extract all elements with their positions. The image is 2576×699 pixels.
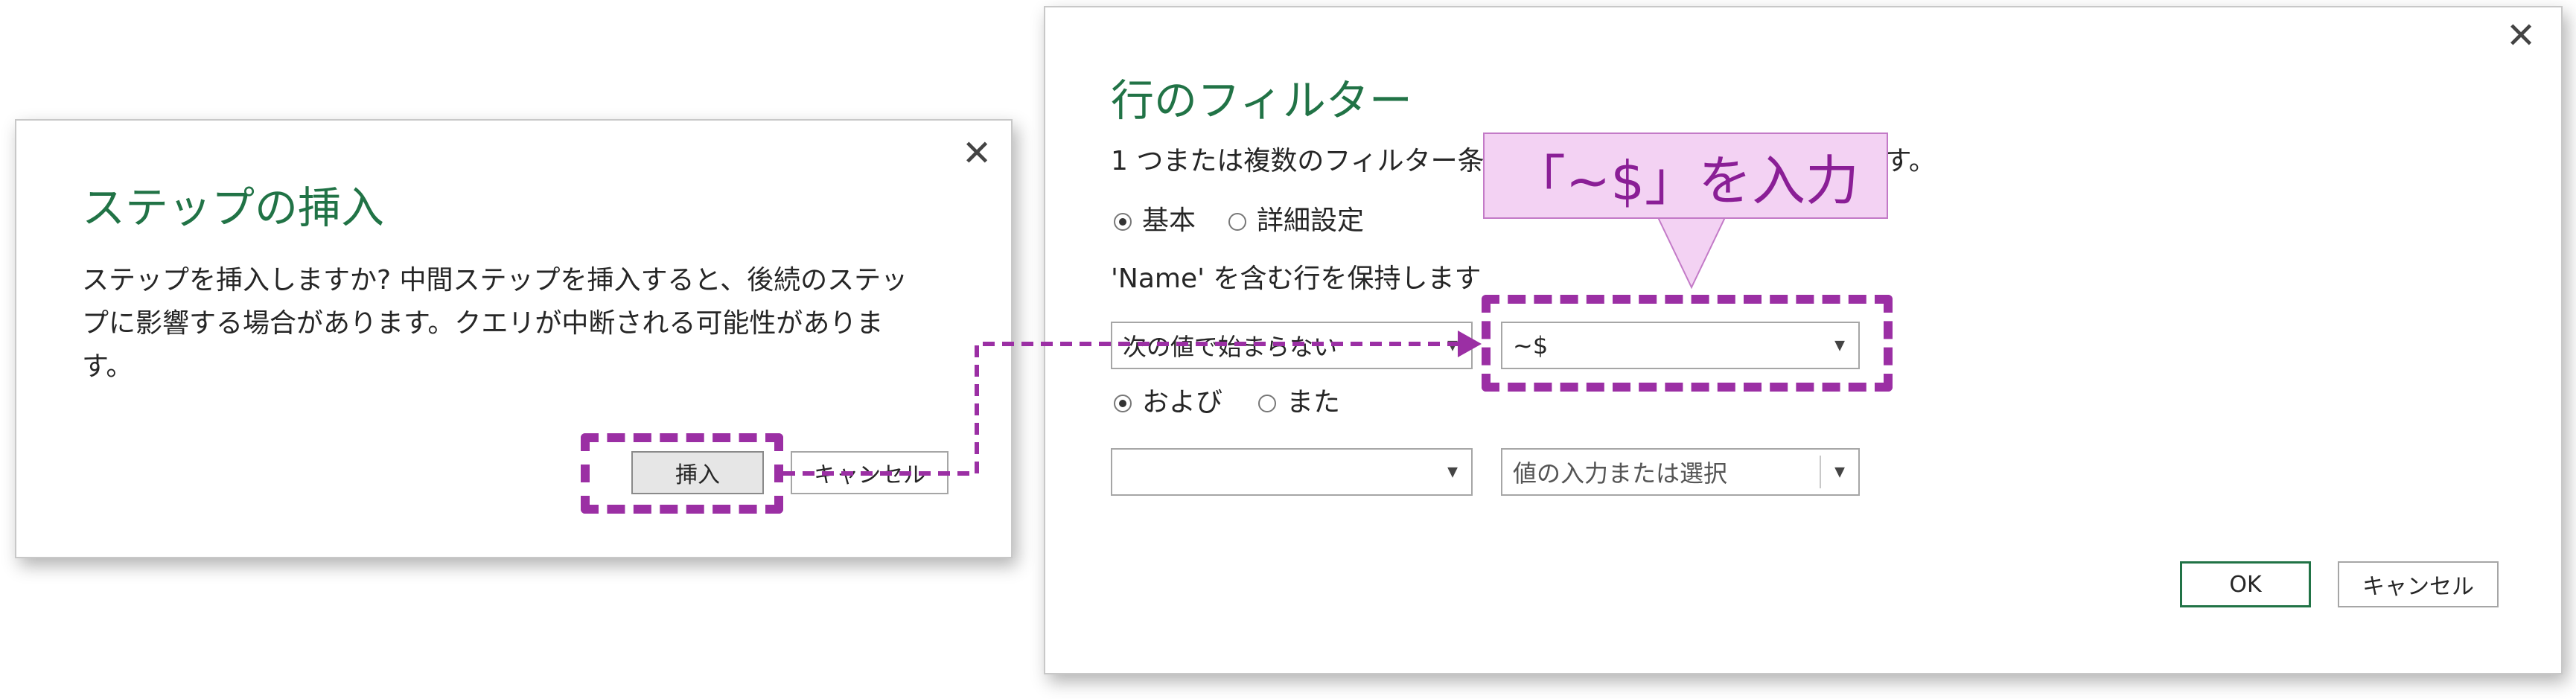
rule2-value-input[interactable]: 値の入力または選択 ▼ bbox=[1501, 448, 1860, 496]
cancel-button[interactable]: キャンセル bbox=[2338, 561, 2499, 607]
or-radio[interactable] bbox=[1258, 395, 1276, 412]
insert-step-dialog: ✕ ステップの挿入 ステップを挿入しますか? 中間ステップを挿入すると、後続のス… bbox=[15, 119, 1013, 558]
dialog-message-line-2: プに影響する場合があります。クエリが中断される可能性がありま bbox=[82, 308, 884, 339]
field-divider bbox=[1820, 456, 1821, 488]
rule2-value-placeholder: 値の入力または選択 bbox=[1513, 459, 1728, 488]
cancel-button[interactable]: キャンセル bbox=[791, 451, 949, 494]
or-label: また bbox=[1287, 387, 1341, 418]
dialog-message-line-3: す。 bbox=[82, 351, 133, 382]
close-icon[interactable]: ✕ bbox=[2506, 18, 2536, 54]
basic-mode-radio[interactable] bbox=[1114, 213, 1132, 231]
rule2-operator-dropdown[interactable]: ▼ bbox=[1111, 448, 1473, 496]
chevron-down-icon: ▼ bbox=[1447, 337, 1458, 354]
advanced-mode-radio[interactable] bbox=[1228, 213, 1246, 231]
close-icon[interactable]: ✕ bbox=[962, 135, 992, 171]
rule1-operator-dropdown[interactable]: 次の値で始まらない ▼ bbox=[1111, 322, 1473, 369]
ok-button[interactable]: OK bbox=[2180, 561, 2311, 607]
dialog-message-line-1: ステップを挿入しますか? 中間ステップを挿入すると、後続のステッ bbox=[82, 265, 908, 296]
value-field-highlight bbox=[1482, 295, 1893, 392]
insert-button-highlight bbox=[581, 433, 783, 514]
basic-mode-label: 基本 bbox=[1142, 205, 1196, 236]
and-radio[interactable] bbox=[1114, 395, 1132, 412]
condition-label: 'Name' を含む行を保持します bbox=[1111, 264, 1482, 294]
input-callout: 「~$」を入力 bbox=[1483, 133, 1888, 219]
and-label: および bbox=[1142, 387, 1223, 418]
chevron-down-icon: ▼ bbox=[1447, 464, 1458, 480]
chevron-down-icon: ▼ bbox=[1834, 464, 1845, 480]
rule1-operator-value: 次の値で始まらない bbox=[1123, 333, 1338, 361]
dialog-title: 行のフィルター bbox=[1111, 75, 1412, 126]
dialog-title: ステップの挿入 bbox=[82, 182, 385, 233]
advanced-mode-label: 詳細設定 bbox=[1257, 205, 1365, 236]
